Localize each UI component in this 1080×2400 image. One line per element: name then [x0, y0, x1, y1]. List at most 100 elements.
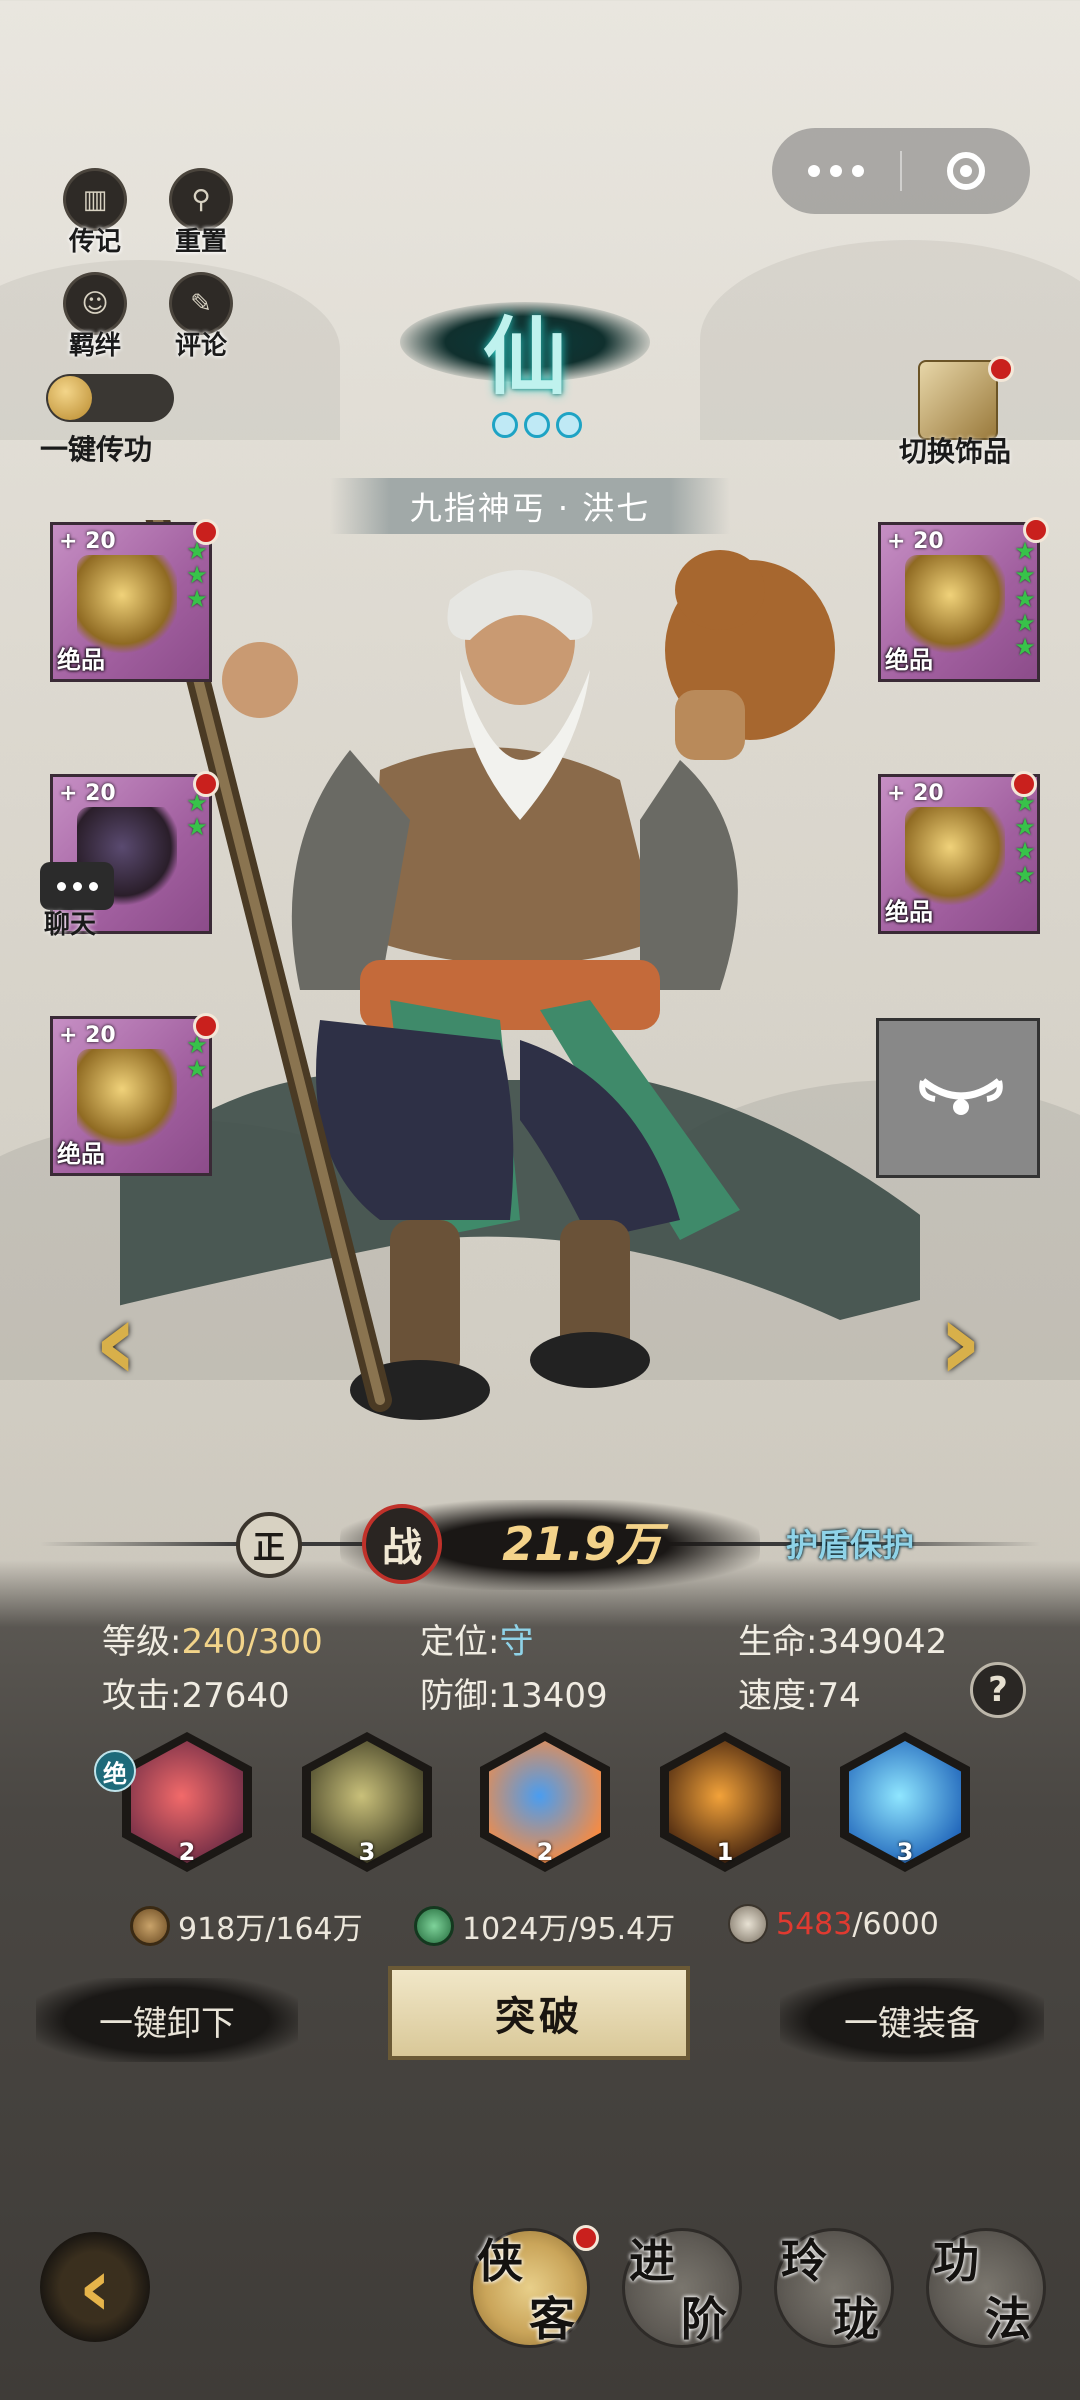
- back-arrow-icon[interactable]: ‹: [40, 2232, 150, 2342]
- notification-dot: [573, 2225, 599, 2251]
- close-target-icon[interactable]: [902, 128, 1030, 214]
- stat-label: 定位:: [420, 1622, 500, 1662]
- chat-label: 聊天: [44, 910, 97, 940]
- notification-dot: [1011, 771, 1037, 797]
- skill-slot[interactable]: 2: [480, 1732, 610, 1872]
- equip-slot-gauntlet[interactable]: + 20 ★ ★ ★ ★ ★ 绝品: [878, 517, 1049, 682]
- fragment-need: /6000: [852, 1906, 939, 1942]
- skill-slot[interactable]: 3: [840, 1732, 970, 1872]
- enhance-level: + 20: [887, 781, 944, 806]
- battle-power-value: 21.9万: [502, 1517, 662, 1571]
- nav-char-2: 阶: [681, 2292, 727, 2346]
- battle-power-icon: 战: [362, 1504, 442, 1584]
- comment-label: 评论: [174, 331, 227, 361]
- stat-label: 速度:: [738, 1676, 818, 1716]
- shield-protection-link[interactable]: 护盾保护: [786, 1520, 914, 1566]
- rank-glyph: 仙: [482, 308, 567, 406]
- water-drop-icon: [492, 412, 518, 438]
- coin-icon: [130, 1906, 170, 1946]
- nav-char-1: 功: [933, 2234, 979, 2288]
- chat-button[interactable]: 聊天: [40, 862, 120, 940]
- equip-slot-boots[interactable]: + 20 ★ ★ 绝品: [50, 1013, 219, 1176]
- nav-char-2: 客: [529, 2292, 575, 2346]
- next-hero-arrow[interactable]: ›: [910, 1277, 1010, 1405]
- switch-accessory-label: 切换饰品: [898, 435, 1011, 468]
- nav-tab-skills[interactable]: 功法: [926, 2228, 1046, 2348]
- enhance-level: + 20: [59, 781, 116, 806]
- nav-tab-linglong[interactable]: 玲珑: [774, 2228, 894, 2348]
- equip-slot-belt[interactable]: + 20 ★ ★ ★ ★ 绝品: [878, 771, 1040, 934]
- reset-button[interactable]: ⚲ 重置: [156, 168, 246, 258]
- hero-portrait: [120, 520, 920, 1420]
- enhance-level: + 20: [59, 529, 116, 554]
- biography-label: 传记: [68, 227, 121, 257]
- ultimate-skill-badge: 绝: [94, 1750, 136, 1792]
- skill-level: 3: [896, 1838, 914, 1866]
- skill-slot[interactable]: 1: [660, 1732, 790, 1872]
- nav-char-2: 法: [985, 2292, 1031, 2346]
- more-menu-icon[interactable]: [772, 128, 900, 214]
- toggle-knob: [48, 376, 92, 420]
- coin-resource: 918万/164万: [130, 1904, 363, 1948]
- nav-char-1: 玲: [781, 2234, 827, 2288]
- stat-defense: 防御:13409: [420, 1668, 608, 1717]
- nav-tab-advance[interactable]: 进阶: [622, 2228, 742, 2348]
- skill-slot[interactable]: 2: [122, 1732, 252, 1872]
- stat-value: 240/300: [181, 1622, 323, 1662]
- equip-grade: 绝品: [57, 646, 105, 674]
- equip-slot-weapon[interactable]: + 20 ★ ★ ★ 绝品: [50, 519, 219, 682]
- nav-char-2: 珑: [833, 2292, 879, 2346]
- fragment-have: 5483: [776, 1906, 853, 1942]
- previous-hero-arrow[interactable]: ‹: [66, 1277, 166, 1405]
- enhance-level: + 20: [59, 1023, 116, 1048]
- one-click-transfer-label: 一键传功: [40, 433, 153, 466]
- star-rating: ★ ★ ★ ★ ★: [1014, 537, 1036, 661]
- coin-amount: 918万/164万: [178, 1912, 363, 1947]
- stat-label: 防御:: [420, 1676, 500, 1716]
- jade-amount: 1024万/95.4万: [462, 1912, 676, 1947]
- biography-button[interactable]: ▥ 传记: [50, 168, 140, 258]
- bond-button[interactable]: ☺ 羁绊: [50, 272, 140, 362]
- necklace-icon: [919, 1078, 1003, 1115]
- stat-label: 等级:: [102, 1622, 182, 1662]
- stat-attack: 攻击:27640: [102, 1668, 290, 1717]
- skill-level: 3: [358, 1838, 376, 1866]
- accessory-card-icon: [918, 360, 998, 440]
- equip-grade: 绝品: [885, 646, 933, 674]
- notification-dot: [193, 1013, 219, 1039]
- switch-accessory-button[interactable]: 切换饰品: [899, 356, 1014, 468]
- equip-all-button[interactable]: 一键装备: [780, 1978, 1044, 2062]
- notification-dot: [193, 771, 219, 797]
- star-rating: ★ ★: [186, 789, 208, 841]
- hero-fragment-icon: [728, 1904, 768, 1944]
- nav-tab-hero[interactable]: 侠客: [470, 2225, 599, 2348]
- skill-level: 2: [178, 1838, 196, 1866]
- one-click-transfer-toggle[interactable]: [46, 374, 174, 422]
- star-rating: ★ ★ ★ ★: [1014, 789, 1036, 889]
- nav-char-1: 侠: [477, 2234, 523, 2288]
- jade-icon: [414, 1906, 454, 1946]
- stat-value: 守: [499, 1622, 534, 1662]
- alignment-badge[interactable]: 正: [236, 1512, 302, 1578]
- stat-label: 生命:: [738, 1622, 818, 1662]
- skill-slot[interactable]: 3: [302, 1732, 432, 1872]
- help-icon[interactable]: ?: [970, 1662, 1026, 1718]
- skill-level: 1: [716, 1838, 734, 1866]
- mini-program-capsule: [772, 128, 1030, 214]
- unequip-all-button[interactable]: 一键卸下: [36, 1978, 298, 2062]
- breakthrough-button[interactable]: 突破: [388, 1966, 690, 2060]
- stat-value: 74: [817, 1676, 861, 1716]
- comment-button[interactable]: ✎ 评论: [156, 272, 246, 362]
- notification-dot: [1023, 517, 1049, 543]
- enhance-level: + 20: [887, 529, 944, 554]
- stat-role: 定位:守: [420, 1614, 533, 1663]
- water-drop-icon: [556, 412, 582, 438]
- equip-slot-accessory-empty[interactable]: [876, 1018, 1040, 1178]
- reset-label: 重置: [174, 227, 227, 257]
- stat-value: 27640: [181, 1676, 290, 1716]
- stat-label: 攻击:: [102, 1676, 182, 1716]
- notification-dot: [988, 356, 1014, 382]
- fragment-resource: 5483/6000: [728, 1904, 939, 1944]
- bond-label: 羁绊: [68, 331, 121, 361]
- water-drop-icon: [524, 412, 550, 438]
